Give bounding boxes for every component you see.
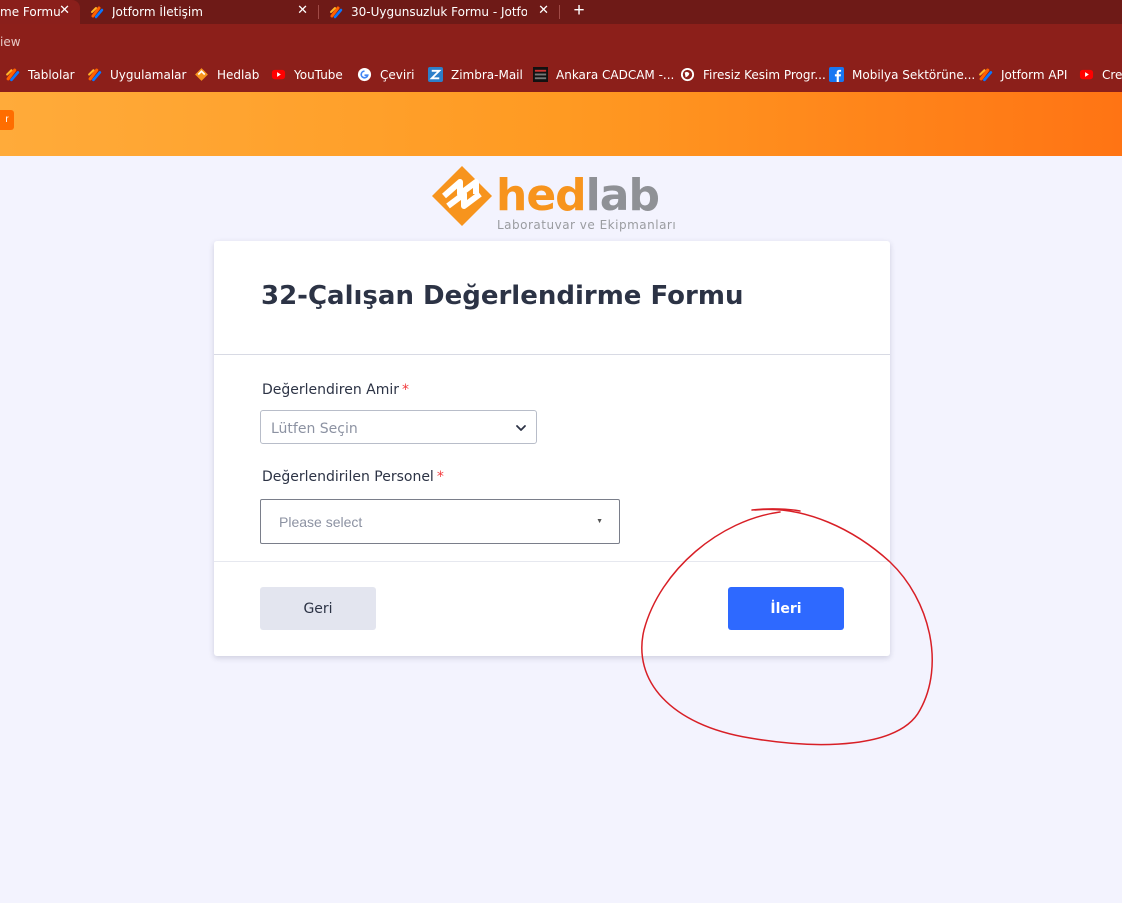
bookmark-jotform-api[interactable]: Jotform API	[978, 67, 1067, 82]
bookmark-tablolar[interactable]: Tablolar	[5, 67, 75, 82]
bookmark-label: Hedlab	[217, 67, 260, 82]
bookmark-hedlab[interactable]: Hedlab	[194, 67, 259, 82]
logo-hed: hed	[496, 170, 587, 221]
youtube-icon	[271, 69, 286, 80]
hedlab-icon	[195, 68, 208, 81]
tab-uygunsuzluk-formu[interactable]: 30-Uygunsuzluk Formu - Jotform ✕	[329, 0, 559, 24]
caret-down-icon: ▼	[596, 518, 603, 525]
field-label-degerlendirilen-personel: Değerlendirilen Personel *	[262, 469, 444, 485]
back-button[interactable]: Geri	[260, 587, 376, 630]
label-text: Değerlendirilen Personel	[262, 469, 434, 485]
bookmark-label: Tablolar	[28, 67, 75, 82]
form-card: 32-Çalışan Değerlendirme Formu Değerlend…	[214, 241, 890, 656]
jotform-icon	[330, 6, 343, 19]
browser-tab-strip: me Formu ✕ Jotform İletişim ✕ 30-Uygunsu…	[0, 0, 1122, 24]
bookmark-firesiz-kesim[interactable]: Firesiz Kesim Progr...	[680, 67, 826, 82]
logo-wordmark: hedlab	[496, 170, 660, 221]
required-mark: *	[436, 469, 444, 485]
jotform-icon	[88, 68, 102, 82]
header-divider	[214, 354, 890, 355]
degerlendirilen-personel-select[interactable]: Please select ▼	[260, 499, 620, 544]
required-mark: *	[402, 382, 410, 398]
logo-tagline: Laboratuvar ve Ekipmanları	[497, 218, 677, 232]
bookmark-crea[interactable]: Crea	[1079, 67, 1122, 82]
close-tab-icon[interactable]: ✕	[59, 3, 70, 18]
tab-current-form[interactable]: me Formu ✕	[0, 0, 80, 24]
hedlab-logo-mark-icon	[432, 166, 492, 226]
form-title: 32-Çalışan Değerlendirme Formu	[261, 281, 744, 311]
url-text: iew	[0, 35, 21, 49]
bookmark-ceviri[interactable]: Çeviri	[357, 67, 414, 82]
tab-title: me Formu	[0, 5, 61, 19]
next-button[interactable]: İleri	[728, 587, 844, 630]
chevron-down-icon	[516, 425, 526, 431]
zimbra-icon	[428, 67, 443, 82]
address-bar[interactable]: iew	[0, 24, 1122, 59]
facebook-icon	[829, 67, 844, 82]
bookmark-label: Firesiz Kesim Progr...	[703, 67, 826, 82]
google-icon	[357, 67, 372, 82]
tab-title: Jotform İletişim	[112, 5, 203, 19]
youtube-icon	[1079, 69, 1094, 80]
bookmark-label: Uygulamalar	[110, 67, 187, 82]
select-value: Lütfen Seçin	[271, 421, 358, 437]
degerlendiren-amir-select[interactable]: Lütfen Seçin	[260, 410, 537, 444]
bookmark-zimbra-mail[interactable]: Zimbra-Mail	[428, 67, 523, 82]
footer-divider	[214, 561, 890, 562]
bookmark-label: Jotform API	[1001, 67, 1068, 82]
bookmark-uygulamalar[interactable]: Uygulamalar	[87, 67, 186, 82]
tab-jotform-iletisim[interactable]: Jotform İletişim ✕	[90, 0, 318, 24]
close-tab-icon[interactable]: ✕	[297, 3, 308, 18]
jotform-icon	[6, 68, 20, 82]
tab-separator	[559, 5, 560, 19]
label-text: Değerlendiren Amir	[262, 382, 400, 398]
bookmark-label: YouTube	[294, 67, 343, 82]
bookmark-youtube[interactable]: YouTube	[271, 67, 343, 82]
globe-icon	[680, 67, 695, 82]
hedlab-logo: hedlab Laboratuvar ve Ekipmanları	[430, 162, 680, 234]
bookmark-label: Çeviri	[380, 67, 415, 82]
cadcam-icon	[533, 67, 548, 82]
bookmark-label: Mobilya Sektörüne...	[852, 67, 976, 82]
tab-separator	[318, 5, 319, 19]
top-banner: r	[0, 92, 1122, 156]
jotform-icon	[979, 68, 993, 82]
bookmark-label: Ankara CADCAM -...	[556, 67, 675, 82]
bookmark-label: Crea	[1102, 67, 1122, 82]
field-label-degerlendiren-amir: Değerlendiren Amir *	[262, 382, 409, 398]
bookmark-label: Zimbra-Mail	[451, 67, 523, 82]
bookmark-ankara-cadcam[interactable]: Ankara CADCAM -...	[533, 67, 674, 82]
new-tab-button[interactable]: +	[569, 0, 589, 24]
jotform-icon	[91, 6, 104, 19]
close-tab-icon[interactable]: ✕	[538, 3, 549, 18]
select-placeholder: Please select	[279, 514, 363, 530]
bookmark-mobilya-sektorune[interactable]: Mobilya Sektörüne...	[829, 67, 975, 82]
banner-button[interactable]: r	[0, 110, 14, 130]
bookmarks-bar: Tablolar Uygulamalar Hedlab YouTube Çevi…	[0, 58, 1122, 92]
logo-lab: lab	[585, 170, 660, 221]
tab-title: 30-Uygunsuzluk Formu - Jotform	[351, 5, 527, 19]
